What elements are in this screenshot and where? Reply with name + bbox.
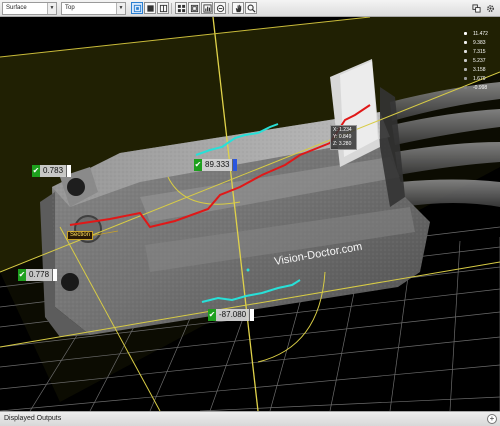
zoom-tool-button[interactable] — [245, 2, 257, 14]
settings-button[interactable] — [484, 2, 496, 14]
legend-swatch — [464, 50, 467, 53]
view-mode-value: Surface — [6, 5, 27, 11]
chevron-down-icon: ▼ — [116, 3, 125, 14]
view-mode-dropdown[interactable]: Surface ▼ — [2, 2, 57, 15]
measurement-label[interactable]: ✔ -87.080 — [208, 309, 255, 321]
frame-button[interactable] — [188, 2, 200, 14]
legend-value: 9.383 — [473, 39, 486, 46]
legend-entry: 9.383 — [464, 38, 498, 47]
histogram-button[interactable] — [201, 2, 213, 14]
coordinate-readout: X: 1.234 Y: 0.849 Z: 3.280 — [330, 125, 357, 150]
color-swatch — [52, 269, 58, 281]
checkmark-icon: ✔ — [18, 269, 26, 281]
measurement-value: 89.333 — [202, 159, 233, 171]
toolbar: Surface ▼ Top ▼ — [0, 0, 500, 17]
panel-title: Displayed Outputs — [4, 415, 62, 422]
legend-entry: 3.158 — [464, 65, 498, 74]
measurement-value: 0.783 — [40, 165, 67, 177]
3d-viewport[interactable]: Vision-Doctor.com ✔ 0.783 ✔ 89.333 ✔ 0.7… — [0, 17, 500, 411]
color-swatch — [232, 159, 238, 171]
measurement-label[interactable]: ✔ 89.333 — [194, 159, 238, 171]
expand-panel-button[interactable]: + — [487, 414, 497, 424]
split-view-icon — [159, 4, 167, 12]
split-view-button[interactable] — [157, 2, 169, 14]
measurement-label[interactable]: ✔ 0.778 — [18, 269, 58, 281]
pan-tool-button[interactable] — [232, 2, 244, 14]
dock-panel-button[interactable] — [470, 2, 482, 14]
legend-swatch — [464, 32, 467, 35]
camera-view-dropdown[interactable]: Top ▼ — [61, 2, 126, 15]
legend-swatch — [464, 59, 467, 62]
coordinate-x: X: 1.234 — [333, 127, 352, 133]
section-tag[interactable]: Section — [67, 231, 94, 240]
checkmark-icon: ✔ — [32, 165, 40, 177]
legend-value: 1.679 — [473, 75, 486, 82]
legend-swatch — [464, 77, 467, 80]
point-cloud-scene: Vision-Doctor.com — [0, 17, 500, 411]
fit-view-icon — [133, 4, 141, 12]
legend-entry: 1.679 — [464, 74, 498, 83]
coordinate-z: Z: 3.280 — [333, 141, 352, 147]
zoom-fit-icon — [216, 4, 224, 12]
magnifier-icon — [247, 4, 256, 13]
displayed-outputs-panel: Displayed Outputs + — [0, 411, 500, 426]
color-swatch — [66, 165, 72, 177]
hand-icon — [235, 4, 241, 12]
frame-icon — [190, 4, 198, 12]
chevron-down-icon: ▼ — [47, 3, 56, 14]
measurement-label[interactable]: ✔ 0.783 — [32, 165, 72, 177]
legend-swatch — [464, 86, 467, 89]
legend-value: 3.158 — [473, 66, 486, 73]
legend-entry: 7.315 — [464, 47, 498, 56]
histogram-icon — [202, 3, 212, 13]
toolbar-separator — [171, 3, 172, 14]
legend-value: 5.237 — [473, 57, 486, 64]
grid-layout-button[interactable] — [175, 2, 187, 14]
solid-view-button[interactable] — [144, 2, 156, 14]
legend-value: 11.472 — [473, 30, 488, 37]
height-legend: 11.472 9.383 7.315 5.237 3.158 1.679 -0.… — [464, 29, 498, 92]
legend-entry: -0.998 — [464, 83, 498, 92]
legend-swatch — [464, 41, 467, 44]
grid-icon — [177, 4, 185, 12]
camera-view-value: Top — [65, 5, 75, 11]
checkmark-icon: ✔ — [208, 309, 216, 321]
legend-entry: 5.237 — [464, 56, 498, 65]
coordinate-y: Y: 0.849 — [333, 134, 352, 140]
zoom-to-fit-button[interactable] — [214, 2, 226, 14]
color-swatch — [249, 309, 255, 321]
measurement-value: 0.778 — [26, 269, 53, 281]
dock-icon — [471, 3, 481, 13]
fit-view-button[interactable] — [131, 2, 143, 14]
legend-value: -0.998 — [473, 84, 488, 91]
solid-square-icon — [146, 4, 154, 12]
toolbar-separator — [228, 3, 229, 14]
measurement-value: -87.080 — [216, 309, 250, 321]
legend-value: 7.315 — [473, 48, 486, 55]
legend-entry: 11.472 — [464, 29, 498, 38]
legend-swatch — [464, 68, 467, 71]
edge-trace-point — [246, 268, 250, 272]
checkmark-icon: ✔ — [194, 159, 202, 171]
gear-icon — [486, 4, 494, 12]
